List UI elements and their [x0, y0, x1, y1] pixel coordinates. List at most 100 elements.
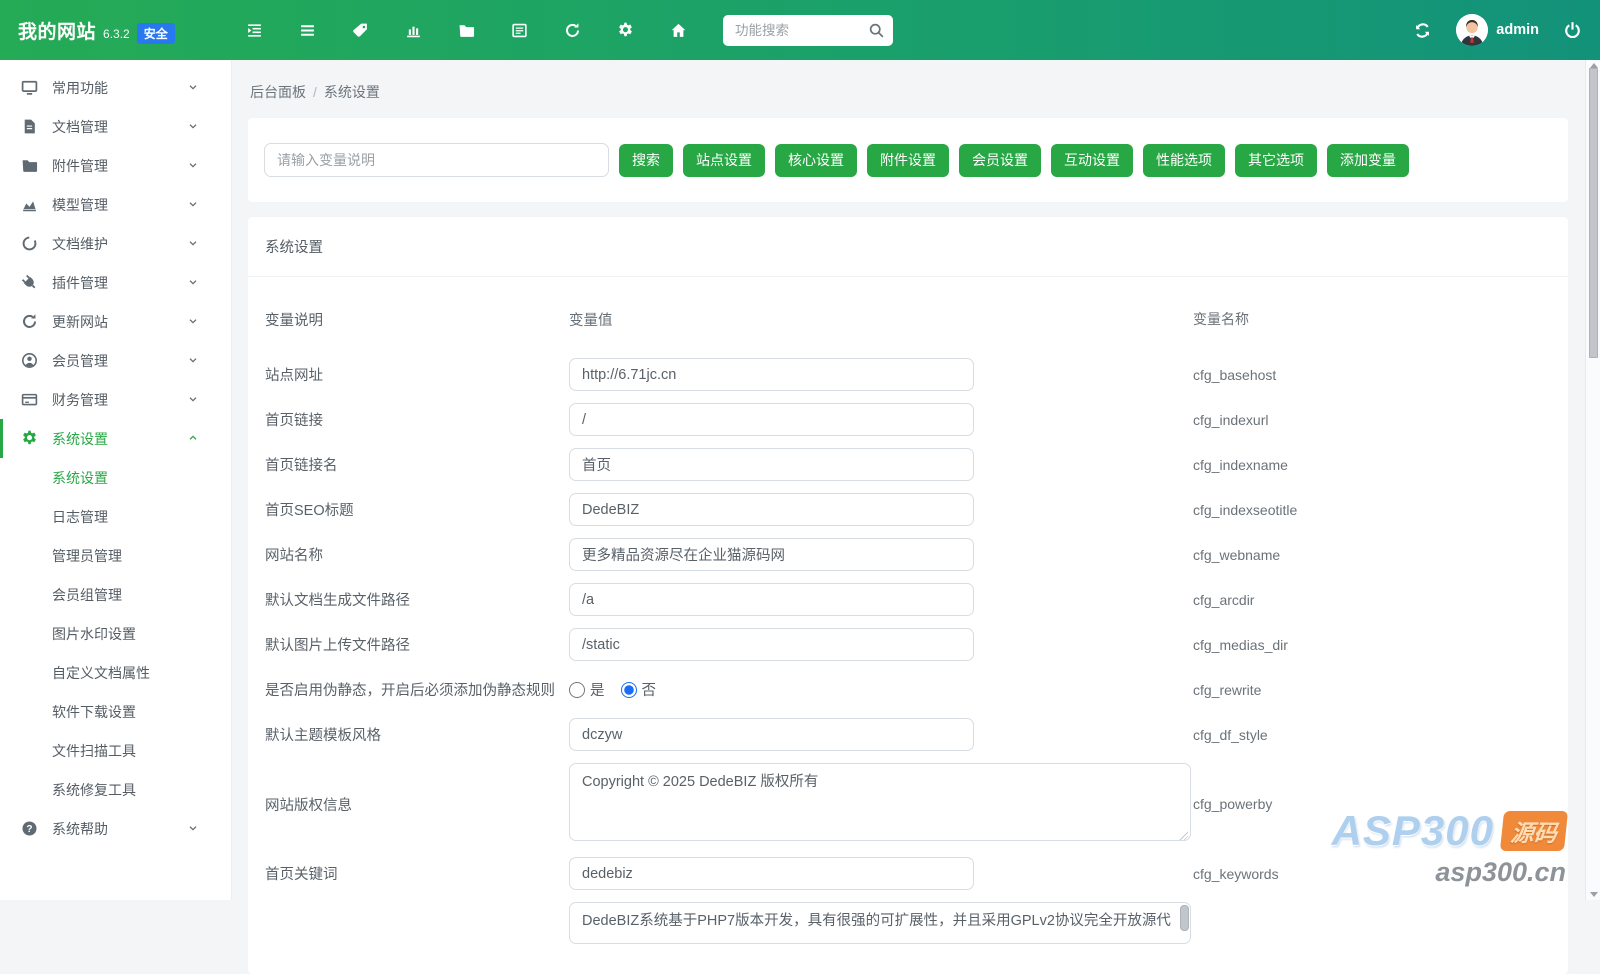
cfg_powerby-textarea[interactable]: Copyright © 2025 DedeBIZ 版权所有	[569, 763, 1191, 841]
sidebar-item-2[interactable]: 附件管理	[0, 146, 231, 185]
sidebar-item-4[interactable]: 文档维护	[0, 224, 231, 263]
topbar-nav-icons	[232, 14, 701, 47]
topbar-menu-icon-button[interactable]	[285, 14, 330, 47]
toolbar-button-7[interactable]: 其它选项	[1235, 144, 1317, 177]
row-value	[569, 718, 1193, 751]
sidebar-item-0[interactable]: 常用功能	[0, 68, 231, 107]
sidebar-subitem-6[interactable]: 软件下载设置	[0, 692, 231, 731]
cfg_rewrite-radio-0[interactable]	[569, 682, 585, 698]
chevron-down-icon	[187, 198, 199, 210]
table-row: 首页链接cfg_indexurl	[265, 397, 1551, 442]
topbar-chart-icon-button[interactable]	[391, 14, 436, 47]
cfg_rewrite-option-1[interactable]: 否	[621, 679, 657, 700]
svg-text:?: ?	[26, 824, 32, 835]
toolbar-button-5[interactable]: 互动设置	[1051, 144, 1133, 177]
cfg_rewrite-option-0[interactable]: 是	[569, 679, 605, 700]
sync-icon[interactable]	[1413, 21, 1432, 40]
topbar-home-icon-button[interactable]	[656, 14, 701, 47]
sidebar-item-6[interactable]: 更新网站	[0, 302, 231, 341]
document-icon	[21, 118, 38, 135]
topbar-refresh-icon-button[interactable]	[550, 14, 595, 47]
row-value	[569, 857, 1193, 890]
cfg_indexseotitle-input[interactable]	[569, 493, 974, 526]
sidebar-item-5[interactable]: 插件管理	[0, 263, 231, 302]
topbar-tag-icon-button[interactable]	[338, 14, 383, 47]
cfg_rewrite-radio-1[interactable]	[621, 682, 637, 698]
sidebar-item-9[interactable]: 系统设置	[0, 419, 231, 458]
sidebar-item-3[interactable]: 模型管理	[0, 185, 231, 224]
cfg_indexurl-input[interactable]	[569, 403, 974, 436]
power-icon[interactable]	[1563, 21, 1582, 40]
topbar-indent-icon-button[interactable]	[232, 14, 277, 47]
folder-icon	[458, 22, 475, 39]
search-icon[interactable]	[868, 22, 885, 39]
cfg_webname-input[interactable]	[569, 538, 974, 571]
cfg_indexname-input[interactable]	[569, 448, 974, 481]
row-label: 站点网址	[265, 364, 569, 385]
chevron-down-icon	[187, 159, 199, 171]
row-label: 首页链接	[265, 409, 569, 430]
cfg_keywords-input[interactable]	[569, 857, 974, 890]
breadcrumb-current: 系统设置	[324, 84, 380, 100]
chevron-down-icon	[187, 81, 199, 93]
row-value: DedeBIZ系统基于PHP7版本开发，具有很强的可扩展性，并且采用GPLv2协…	[569, 902, 1193, 948]
toolbar-button-2[interactable]: 核心设置	[775, 144, 857, 177]
table-row: 默认主题模板风格cfg_df_style	[265, 712, 1551, 757]
page-scrollbar[interactable]	[1585, 60, 1600, 900]
sidebar-item-label: 系统帮助	[52, 819, 108, 839]
toolbar-button-8[interactable]: 添加变量	[1327, 144, 1409, 177]
sidebar-item-7[interactable]: 会员管理	[0, 341, 231, 380]
sidebar-subitem-1[interactable]: 日志管理	[0, 497, 231, 536]
toolbar-button-0[interactable]: 搜索	[619, 144, 673, 177]
row-varname: cfg_indexseotitle	[1193, 502, 1297, 518]
cfg_basehost-input[interactable]	[569, 358, 974, 391]
sidebar-item-10[interactable]: ? 系统帮助	[0, 809, 231, 848]
sidebar-item-label: 文档管理	[52, 117, 108, 137]
topbar-search	[723, 15, 893, 46]
breadcrumb: 后台面板/系统设置	[248, 74, 1568, 104]
toolbar-button-6[interactable]: 性能选项	[1143, 144, 1225, 177]
sidebar-subitem-0[interactable]: 系统设置	[0, 458, 231, 497]
sidebar-subitem-2[interactable]: 管理员管理	[0, 536, 231, 575]
table-row: 站点网址cfg_basehost	[265, 352, 1551, 397]
user-menu[interactable]: admin	[1456, 14, 1539, 46]
sidebar-item-1[interactable]: 文档管理	[0, 107, 231, 146]
chevron-up-icon	[187, 432, 199, 444]
topbar-gear-icon-button[interactable]	[603, 14, 648, 47]
variable-search-input[interactable]	[264, 143, 609, 177]
sidebar-item-label: 更新网站	[52, 312, 108, 332]
tag-icon	[352, 22, 369, 39]
sidebar-item-8[interactable]: 财务管理	[0, 380, 231, 419]
toolbar-button-4[interactable]: 会员设置	[959, 144, 1041, 177]
cfg_medias_dir-input[interactable]	[569, 628, 974, 661]
version-label: 6.3.2	[103, 27, 130, 41]
description-textarea[interactable]: DedeBIZ系统基于PHP7版本开发，具有很强的可扩展性，并且采用GPLv2协…	[569, 902, 1191, 944]
row-label: 网站名称	[265, 544, 569, 565]
scrollbar-thumb[interactable]	[1589, 68, 1598, 358]
toolbar-button-1[interactable]: 站点设置	[683, 144, 765, 177]
row-value: Copyright © 2025 DedeBIZ 版权所有	[569, 763, 1193, 845]
main-content: 后台面板/系统设置 搜索站点设置核心设置附件设置会员设置互动设置性能选项其它选项…	[232, 60, 1586, 900]
scrollbar-down-arrow[interactable]	[1590, 892, 1598, 897]
row-value	[569, 358, 1193, 391]
topbar-folder-icon-button[interactable]	[444, 14, 489, 47]
sidebar-subitem-4[interactable]: 图片水印设置	[0, 614, 231, 653]
sidebar-subitem-8[interactable]: 系统修复工具	[0, 770, 231, 809]
sidebar-item-label: 常用功能	[52, 78, 108, 98]
topbar-receipt-icon-button[interactable]	[497, 14, 542, 47]
sidebar-subitem-3[interactable]: 会员组管理	[0, 575, 231, 614]
toolbar-button-3[interactable]: 附件设置	[867, 144, 949, 177]
sidebar-subitem-7[interactable]: 文件扫描工具	[0, 731, 231, 770]
breadcrumb-home[interactable]: 后台面板	[250, 84, 306, 100]
sidebar-subitem-5[interactable]: 自定义文档属性	[0, 653, 231, 692]
row-value	[569, 403, 1193, 436]
row-varname: cfg_rewrite	[1193, 682, 1261, 698]
avatar[interactable]	[1456, 14, 1488, 46]
row-label: 默认文档生成文件路径	[265, 589, 569, 610]
row-varname: cfg_keywords	[1193, 866, 1279, 882]
cfg_df_style-input[interactable]	[569, 718, 974, 751]
col-header-value: 变量值	[569, 309, 1193, 330]
table-row: 网站版权信息Copyright © 2025 DedeBIZ 版权所有cfg_p…	[265, 757, 1551, 851]
cfg_arcdir-input[interactable]	[569, 583, 974, 616]
textarea-scrollbar-thumb[interactable]	[1180, 905, 1189, 931]
